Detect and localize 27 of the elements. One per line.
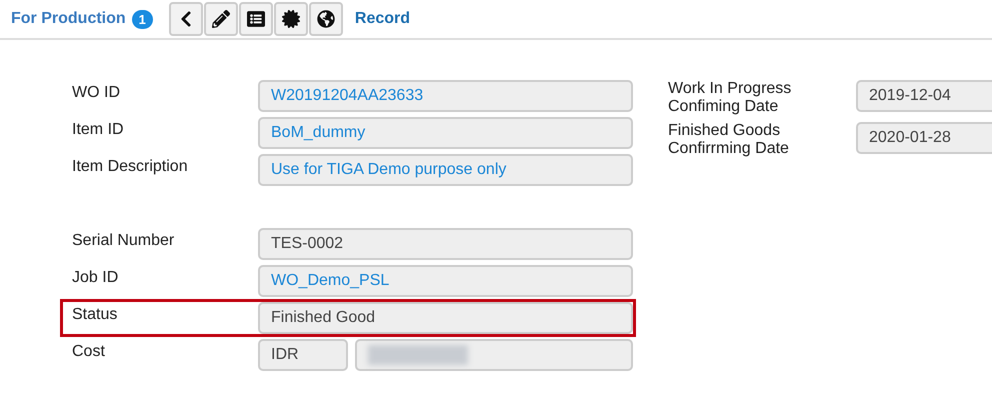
field-label: Serial Number (71, 231, 176, 250)
burst-button[interactable] (274, 2, 308, 36)
field-label: Job ID (71, 268, 120, 287)
list-button[interactable] (238, 2, 273, 36)
amount-field[interactable] (355, 339, 633, 371)
field-label: Item ID (71, 120, 125, 139)
value-field[interactable]: Finished Good (258, 302, 633, 334)
date-field[interactable]: 2020-01-28 (856, 122, 992, 154)
globe-button[interactable] (308, 2, 343, 36)
field-label: Cost (71, 342, 106, 361)
field-label: Item Description (71, 157, 189, 176)
record-link[interactable]: Record (354, 10, 410, 28)
edit-button[interactable] (204, 2, 238, 36)
date-field[interactable]: 2019-12-04 (856, 80, 992, 112)
list-icon (246, 10, 265, 28)
count-badge: 1 (132, 10, 153, 28)
field-label: Finished Goods Confirrming Date (668, 122, 790, 159)
field-label: Work In Progress Confiming Date (668, 80, 792, 117)
value-field[interactable]: TES-0002 (258, 228, 633, 260)
currency-field[interactable]: IDR (258, 339, 348, 371)
starburst-icon (282, 10, 300, 28)
field-label: Status (71, 305, 118, 324)
field-label: WO ID (71, 83, 121, 102)
back-button[interactable] (168, 2, 203, 36)
pencil-icon (212, 10, 230, 28)
page-title: For Production (11, 10, 126, 28)
globe-icon (316, 10, 335, 28)
